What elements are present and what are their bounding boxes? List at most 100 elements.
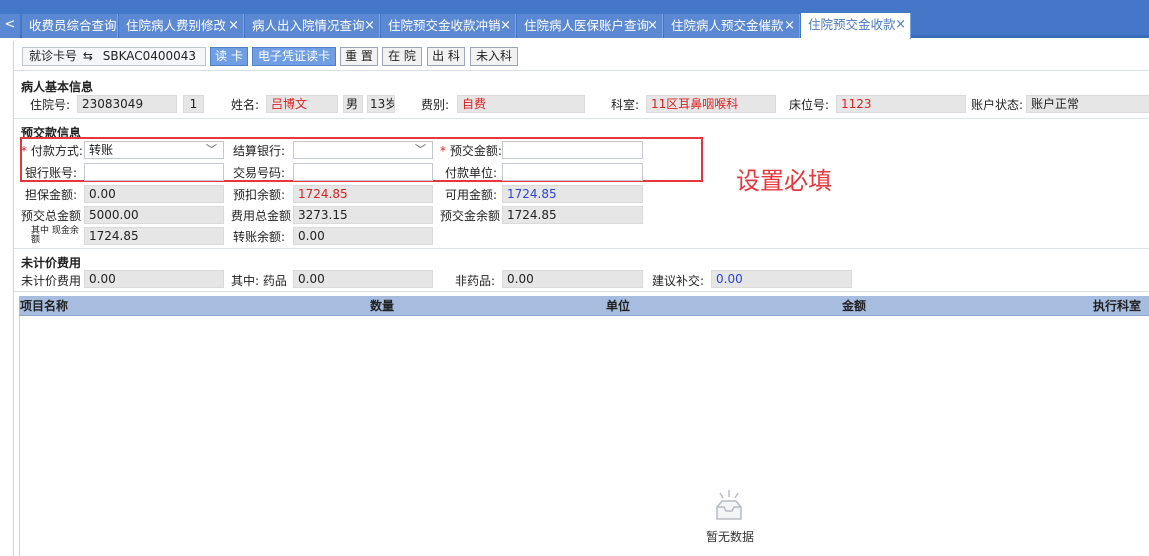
card-number-input[interactable]: SBKAC0400043 — [103, 49, 196, 63]
suggest-field: 0.00 — [711, 270, 852, 288]
not-admitted-button[interactable]: 未入科 — [470, 47, 518, 66]
tab-deposit-reminder[interactable]: 住院病人预交金催款 × — [664, 14, 800, 38]
close-icon[interactable]: × — [647, 14, 658, 38]
divider — [14, 248, 1149, 249]
tab-deposit-reversal[interactable]: 住院预交金收款冲销 × — [381, 14, 516, 38]
prepay-balance-field: 1724.85 — [293, 185, 433, 203]
inpatient-no-label: 住院号: — [30, 98, 71, 112]
card-type-select[interactable]: 就诊卡号 — [29, 49, 77, 63]
trade-no-input[interactable] — [293, 163, 433, 181]
tab-label: 收费员综合查询 — [29, 18, 117, 33]
non-drug-label: 非药品: — [455, 274, 496, 288]
tab-insurance-account[interactable]: 住院病人医保账户查询 × — [517, 14, 663, 38]
available-label: 可用金额: — [445, 188, 498, 202]
guarantee-field: 0.00 — [84, 185, 224, 203]
tab-label: 住院病人费别修改 — [126, 18, 227, 33]
tab-bar: < 收费员综合查询 住院病人费别修改 × 病人出入院情况查询 × 住院预交金收款冲销… — [0, 0, 1149, 39]
toolbar: 就诊卡号 ⇆ SBKAC0400043 读 卡 电子凭证读卡 重 置 在 院 出… — [14, 41, 1149, 71]
patient-name-field: 吕博文 — [266, 95, 338, 113]
gender-field: 男 — [343, 95, 363, 113]
empty-tray-icon — [716, 490, 742, 520]
deposit-amount-input[interactable] — [502, 141, 643, 159]
deposit-receipt-panel: 就诊卡号 ⇆ SBKAC0400043 读 卡 电子凭证读卡 重 置 在 院 出… — [13, 41, 1149, 556]
grid-header: 项目名称 数量 单位 金额 执行科室 — [19, 296, 1149, 316]
close-icon[interactable]: × — [500, 14, 511, 38]
trade-no-label: 交易号码: — [233, 166, 286, 180]
divider — [14, 291, 1149, 292]
tab-label: 病人出入院情况查询 — [252, 18, 365, 33]
account-status-field: 账户正常 — [1026, 95, 1149, 113]
close-icon[interactable]: × — [364, 14, 375, 38]
patient-info-title: 病人基本信息 — [21, 80, 94, 94]
in-hospital-button[interactable]: 在 院 — [382, 47, 422, 66]
payer-label: 付款单位: — [445, 166, 498, 180]
card-lookup-box[interactable]: 就诊卡号 ⇆ SBKAC0400043 — [22, 47, 206, 66]
close-icon[interactable]: × — [228, 14, 239, 38]
transfer-balance-field: 0.00 — [293, 227, 433, 245]
column-header-exec-dept[interactable]: 执行科室 — [1093, 296, 1141, 316]
amount-label-text: 预交金额: — [449, 144, 502, 158]
total-deposit-label: 预交总金额 — [21, 209, 82, 223]
out-dept-button[interactable]: 出 科 — [427, 47, 465, 66]
divider — [14, 118, 1149, 119]
suggest-label: 建议补交: — [652, 274, 705, 288]
close-icon[interactable]: × — [784, 14, 795, 38]
visit-count-field: 1 — [183, 95, 204, 113]
grid-body — [19, 316, 1149, 556]
required-mark: * — [440, 144, 446, 158]
tab-fee-type-change[interactable]: 住院病人费别修改 × — [119, 14, 244, 38]
settle-bank-select[interactable]: ﹀ — [293, 141, 433, 159]
transfer-balance-label: 转账余额: — [233, 230, 286, 244]
total-fee-label: 费用总金额 — [231, 209, 292, 223]
chevron-down-icon: ﹀ — [415, 143, 426, 156]
unbilled-title: 未计价费用 — [21, 256, 82, 270]
close-icon[interactable]: × — [895, 13, 906, 37]
total-deposit-field: 5000.00 — [84, 206, 224, 224]
fee-type-label: 费别: — [421, 98, 450, 112]
drug-field: 0.00 — [293, 270, 433, 288]
payer-input[interactable] — [502, 163, 643, 181]
tab-deposit-receipt[interactable]: 住院预交金收款 × — [801, 13, 911, 39]
tab-fee-staff-query[interactable]: 收费员综合查询 — [22, 14, 118, 38]
unbilled-fee-field: 0.00 — [84, 270, 224, 288]
pay-method-value: 转账 — [89, 143, 114, 157]
column-header-quantity[interactable]: 数量 — [370, 296, 394, 316]
age-field: 13岁 — [367, 95, 395, 113]
inpatient-no-field: 23083049 — [77, 95, 177, 113]
chevron-down-icon: ﹀ — [206, 143, 217, 156]
bed-field: 1123 — [836, 95, 966, 113]
cash-balance-label: 其中 现金余额 — [31, 226, 79, 245]
column-header-item-name[interactable]: 项目名称 — [20, 296, 68, 316]
guarantee-label: 担保金额: — [25, 188, 78, 202]
swap-icon: ⇆ — [82, 49, 93, 63]
tab-label: 住院预交金收款 — [808, 17, 896, 32]
prepay-balance-label: 预扣余额: — [233, 188, 286, 202]
column-header-amount[interactable]: 金额 — [842, 296, 866, 316]
read-card-button[interactable]: 读 卡 — [210, 47, 248, 66]
non-drug-field: 0.00 — [502, 270, 643, 288]
amount-label: * 预交金额: — [440, 142, 502, 159]
name-label: 姓名: — [231, 98, 260, 112]
tab-admission-query[interactable]: 病人出入院情况查询 × — [245, 14, 380, 38]
deposit-balance-field: 1724.85 — [502, 206, 643, 224]
bed-label: 床位号: — [789, 98, 830, 112]
bank-account-input[interactable] — [84, 163, 224, 181]
pay-method-label: * 付款方式: — [21, 142, 83, 159]
pay-method-select[interactable]: 转账 ﹀ — [84, 141, 224, 159]
available-field: 1724.85 — [502, 185, 643, 203]
bank-account-label: 银行账号: — [25, 166, 78, 180]
settle-bank-label: 结算银行: — [233, 144, 286, 158]
dept-field: 11区耳鼻咽喉科 — [646, 95, 776, 113]
column-header-unit[interactable]: 单位 — [606, 296, 630, 316]
tab-label: 住院预交金收款冲销 — [388, 18, 501, 33]
tab-scroll-left-button[interactable]: < — [0, 14, 20, 38]
pay-method-label-text: 付款方式: — [30, 144, 83, 158]
cash-balance-field: 1724.85 — [84, 227, 224, 245]
e-voucher-read-button[interactable]: 电子凭证读卡 — [252, 47, 336, 66]
reset-button[interactable]: 重 置 — [340, 47, 378, 66]
required-mark: * — [21, 144, 27, 158]
tab-label: 住院病人医保账户查询 — [524, 18, 650, 33]
drug-label: 其中: 药品 — [231, 274, 287, 288]
unbilled-fee-label: 未计价费用 — [21, 274, 82, 288]
fee-type-field: 自费 — [457, 95, 585, 113]
